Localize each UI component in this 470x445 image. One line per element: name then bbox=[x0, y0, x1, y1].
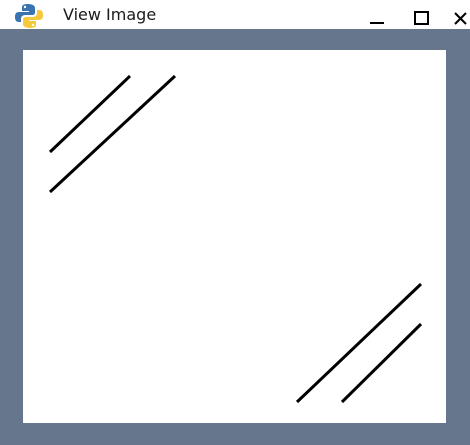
maximize-button[interactable] bbox=[406, 4, 436, 26]
app-window: View Image bbox=[0, 0, 470, 445]
minimize-button[interactable] bbox=[362, 4, 392, 26]
close-icon bbox=[454, 12, 467, 25]
image-drawing bbox=[48, 74, 423, 404]
image-canvas[interactable] bbox=[23, 50, 446, 423]
title-bar[interactable]: View Image bbox=[0, 0, 470, 29]
close-button[interactable] bbox=[447, 4, 470, 26]
line-bottom-right-short bbox=[340, 322, 423, 404]
python-logo-icon bbox=[15, 4, 43, 28]
maximize-icon bbox=[414, 11, 429, 25]
minimize-icon bbox=[370, 22, 384, 24]
window-title: View Image bbox=[63, 5, 157, 24]
line-top-left-short bbox=[48, 74, 132, 154]
